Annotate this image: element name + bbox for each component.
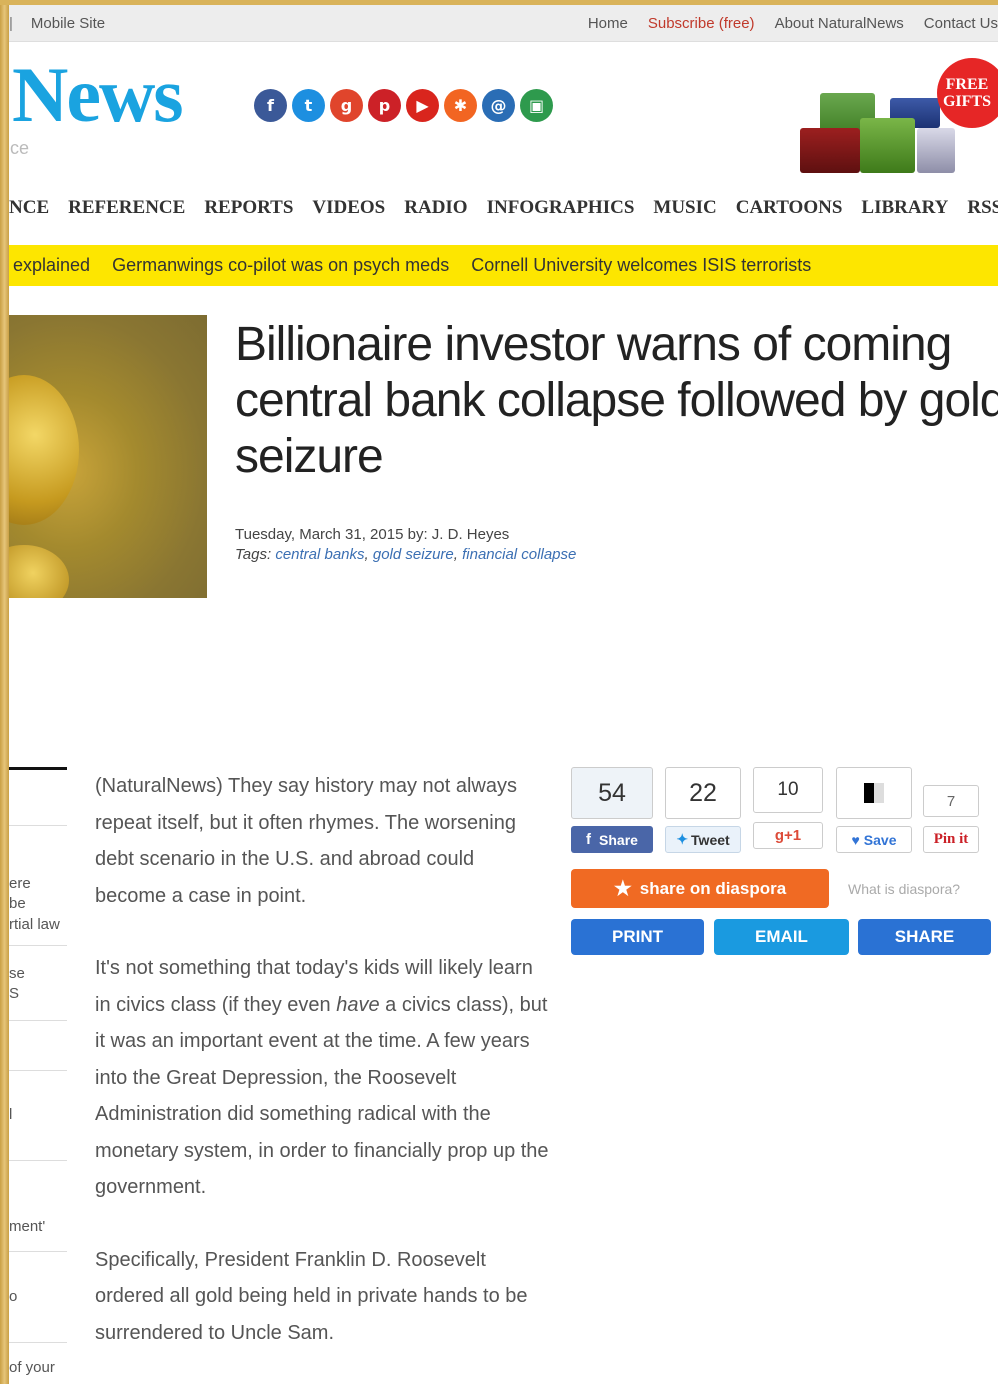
sidebar-divider [9,1251,67,1252]
logo-tagline: ce [10,138,30,158]
sidebar-divider [9,1020,67,1021]
youtube-icon[interactable]: ▶ [406,89,439,122]
nav-item-music[interactable]: MUSIC [653,197,716,219]
share-widgets: 54 f Share 22 ✦ Tweet 10 g+1 ♥ Save 7 Pi… [571,767,998,967]
google-plus-icon[interactable]: g [330,89,363,122]
main-nav: NCE REFERENCE REPORTS VIDEOS RADIO INFOG… [9,190,998,226]
article-paragraph: It's not something that today's kids wil… [95,957,549,1198]
free-gifts-ad[interactable]: FREE GIFTS [795,58,998,178]
product-boxes-image [795,88,955,178]
article-meta: Tuesday, March 31, 2015 by: J. D. Heyes … [235,525,576,565]
top-bar: | Mobile Site Home Subscribe (free) Abou… [9,5,998,42]
nav-item-science[interactable]: NCE [9,197,49,219]
nav-item-library[interactable]: LIBRARY [861,197,948,219]
pinterest-count: 7 [923,785,979,817]
sidebar-divider [9,1342,67,1343]
sidebar-link[interactable]: ere [9,874,31,894]
nav-item-videos[interactable]: VIDEOS [312,197,385,219]
sidebar-link[interactable]: o [9,1287,17,1307]
email-button[interactable]: EMAIL [714,919,849,955]
facebook-share-count: 54 [571,767,653,819]
gplus-button[interactable]: g+1 [753,822,823,849]
sidebar-link[interactable]: ment' [9,1217,45,1237]
tag-link[interactable]: gold seizure [373,546,454,563]
sidebar-divider [9,1070,67,1071]
facebook-icon[interactable]: f [254,89,287,122]
sidebar-divider [9,1160,67,1161]
sidebar-divider [9,825,67,826]
pinterest-icon[interactable]: p [368,89,401,122]
home-link[interactable]: Home [588,15,628,32]
sidebar-divider [9,767,67,770]
sidebar-link[interactable]: l [9,1105,12,1125]
tweet-label: Tweet [691,831,730,848]
article-body: (NaturalNews) They say history may not a… [95,768,550,1387]
nav-item-reports[interactable]: REPORTS [204,197,293,219]
tag-link[interactable]: central banks [275,546,364,563]
tag-link[interactable]: financial collapse [462,546,576,563]
window-frame-left [0,0,9,1384]
facebook-share-button[interactable]: f Share [571,826,653,853]
free-gifts-line2: GIFTS [942,93,991,110]
facebook-icon: f [586,831,592,848]
nav-item-reference[interactable]: REFERENCE [68,197,185,219]
twitter-icon[interactable]: t [292,89,325,122]
facebook-share-label: Share [599,831,638,848]
ticker-item[interactable]: Cornell University welcomes ISIS terrori… [471,255,811,276]
sidebar-link[interactable]: S [9,984,19,1004]
gplus-count: 10 [753,767,823,813]
article-date-byline: Tuesday, March 31, 2015 by: J. D. Heyes [235,526,510,543]
sidebar-divider [9,945,67,946]
article-paragraph: (NaturalNews) They say history may not a… [95,775,517,907]
mobile-icon[interactable]: ▣ [520,89,553,122]
delicious-save-button[interactable]: ♥ Save [836,826,912,853]
ticker-item[interactable]: explained [13,255,90,276]
nav-item-rss[interactable]: RSS [967,197,998,219]
article-paragraph: Specifically, President Franklin D. Roos… [95,1248,528,1344]
subscribe-link[interactable]: Subscribe (free) [648,15,755,32]
nav-item-infographics[interactable]: INFOGRAPHICS [487,197,635,219]
sidebar-link[interactable]: se [9,964,25,984]
free-gifts-line1: FREE [945,76,989,93]
sidebar-link[interactable]: be [9,894,26,914]
headline-line: central bank collapse followed by gold [235,374,998,427]
nav-item-cartoons[interactable]: CARTOONS [736,197,843,219]
about-link[interactable]: About NaturalNews [775,15,904,32]
tweet-count: 22 [665,767,741,819]
ticker-item[interactable]: Germanwings co-pilot was on psych meds [112,255,449,276]
rss-icon[interactable]: ✱ [444,89,477,122]
diaspora-share-button[interactable]: ★ share on diaspora [571,869,829,908]
sidebar-link[interactable]: of your [9,1358,55,1378]
tweet-button[interactable]: ✦ Tweet [665,826,741,853]
site-logo[interactable]: News [12,56,184,134]
heart-icon: ♥ [851,831,860,848]
twitter-icon: ✦ [676,831,689,847]
what-is-diaspora-link[interactable]: What is diaspora? [848,881,960,897]
share-button[interactable]: SHARE [858,919,991,955]
tags-label: Tags: [235,546,272,563]
save-label: Save [863,831,897,848]
topbar-separator: | [9,14,13,32]
nav-item-radio[interactable]: RADIO [404,197,467,219]
contact-link[interactable]: Contact Us [924,15,998,32]
social-icons: f t g p ▶ ✱ @ ▣ [254,89,553,122]
mobile-site-link[interactable]: Mobile Site [31,15,105,32]
star-icon: ★ [613,878,632,900]
print-button[interactable]: PRINT [571,919,704,955]
delicious-icon [864,783,884,803]
pin-it-button[interactable]: Pin it [923,826,979,853]
article-headline: Billionaire investor warns of coming cen… [235,317,998,485]
free-gifts-badge[interactable]: FREE GIFTS [937,58,998,128]
delicious-box [836,767,912,819]
article-tags: Tags: central banks, gold seizure, finan… [235,546,577,563]
email-icon[interactable]: @ [482,89,515,122]
headline-line: seizure [235,430,384,483]
headline-ticker: explained Germanwings co-pilot was on ps… [9,245,998,286]
headline-line: Billionaire investor warns of coming [235,318,952,371]
sidebar-link[interactable]: rtial law [9,915,60,935]
article-image [9,315,207,598]
diaspora-label: share on diaspora [639,878,787,898]
